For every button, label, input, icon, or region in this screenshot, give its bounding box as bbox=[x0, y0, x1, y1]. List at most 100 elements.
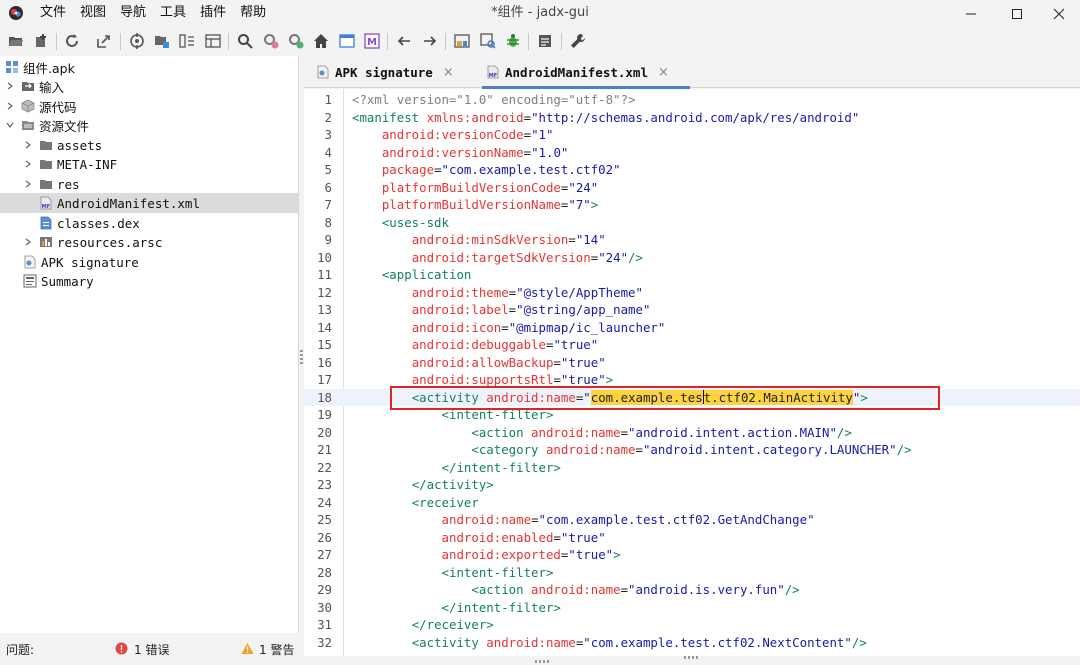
window-icon[interactable] bbox=[337, 31, 357, 51]
maximize-icon bbox=[1012, 8, 1022, 19]
token-sp bbox=[419, 110, 426, 125]
debugger-icon[interactable] bbox=[503, 31, 523, 51]
code-line[interactable]: 6 platformBuildVersionCode="24" bbox=[304, 179, 1080, 197]
menu-tools[interactable]: 工具 bbox=[154, 0, 192, 27]
deobfuscation-icon[interactable] bbox=[152, 31, 172, 51]
token-tag: <action bbox=[471, 424, 524, 440]
open-file-icon[interactable] bbox=[6, 31, 26, 51]
tree-item-meta-inf[interactable]: META-INF bbox=[0, 154, 298, 174]
add-files-icon[interactable] bbox=[31, 31, 51, 51]
line-number: 1 bbox=[324, 92, 332, 107]
log-viewer-icon[interactable] bbox=[452, 31, 472, 51]
code-line[interactable]: 18 <activity android:name="com.example.t… bbox=[304, 388, 1080, 406]
code-line[interactable]: 30 </intent-filter> bbox=[304, 599, 1080, 617]
code-line[interactable]: 8 <uses-sdk bbox=[304, 214, 1080, 232]
menu-navigation[interactable]: 导航 bbox=[114, 0, 152, 27]
token-str: "14" bbox=[575, 232, 606, 247]
console-icon[interactable] bbox=[535, 31, 555, 51]
code-line[interactable]: 3 android:versionCode="1" bbox=[304, 126, 1080, 144]
line-number: 22 bbox=[317, 459, 332, 475]
code-line[interactable]: 31 </receiver> bbox=[304, 616, 1080, 634]
reload-icon[interactable] bbox=[62, 31, 82, 51]
menu-view[interactable]: 视图 bbox=[74, 0, 112, 27]
code-line[interactable]: 2 <manifest xmlns:android="http://schemas… bbox=[304, 109, 1080, 127]
code-editor[interactable]: 1 <?xml version="1.0" encoding="utf-8"?> 2… bbox=[304, 89, 1080, 656]
chevron-right-icon[interactable] bbox=[23, 159, 33, 169]
code-line[interactable]: 19 <intent-filter> bbox=[304, 406, 1080, 424]
minimize-button[interactable] bbox=[948, 0, 994, 27]
tab-close-icon[interactable]: × bbox=[658, 65, 669, 80]
token-tag: <application bbox=[381, 267, 472, 282]
find-usage-icon[interactable] bbox=[261, 31, 281, 51]
tab-apk-signature[interactable]: APK signature × bbox=[316, 56, 478, 88]
code-line[interactable]: 27 android:exported="true"> bbox=[304, 546, 1080, 564]
code-line[interactable]: 12 android:theme="@style/AppTheme" bbox=[304, 284, 1080, 302]
flatten-packages-icon[interactable] bbox=[177, 31, 197, 51]
chevron-down-icon[interactable] bbox=[5, 120, 15, 130]
code-line[interactable]: 23 </activity> bbox=[304, 476, 1080, 494]
code-line[interactable]: 28 <intent-filter> bbox=[304, 564, 1080, 582]
tree-item-resources-arsc[interactable]: resources.arsc bbox=[0, 232, 298, 252]
smali-icon[interactable]: M bbox=[362, 31, 382, 51]
tree-item-summary[interactable]: Summary bbox=[0, 271, 298, 291]
tree-item-res[interactable]: res bbox=[0, 174, 298, 194]
code-line[interactable]: 14 android:icon="@mipmap/ic_launcher" bbox=[304, 319, 1080, 337]
code-line[interactable]: 21 <category android:name="android.inten… bbox=[304, 441, 1080, 459]
menu-plugins[interactable]: 插件 bbox=[194, 0, 232, 27]
chevron-right-icon[interactable] bbox=[23, 237, 33, 247]
menu-help[interactable]: 帮助 bbox=[234, 0, 272, 27]
close-window-button[interactable] bbox=[1036, 0, 1080, 27]
warning-count[interactable]: 1 警告 bbox=[259, 641, 294, 658]
chevron-right-icon[interactable] bbox=[5, 101, 15, 111]
tree-item-assets[interactable]: assets bbox=[0, 135, 298, 155]
tree-item-resources[interactable]: 资源文件 bbox=[0, 115, 298, 135]
token-attr: android:enabled bbox=[441, 529, 554, 545]
tree-item-apk[interactable]: 组件.apk bbox=[0, 57, 298, 77]
forward-icon[interactable] bbox=[420, 31, 440, 51]
code-line[interactable]: 1 <?xml version="1.0" encoding="utf-8"?> bbox=[304, 91, 1080, 109]
tree-item-classes-dex[interactable]: classes.dex bbox=[0, 213, 298, 233]
find-class-icon[interactable] bbox=[286, 31, 306, 51]
export-icon[interactable] bbox=[94, 31, 114, 51]
code-line[interactable]: 15 android:debuggable="true" bbox=[304, 336, 1080, 354]
tree-item-source-code[interactable]: 源代码 bbox=[0, 96, 298, 116]
chevron-right-icon[interactable] bbox=[23, 140, 33, 150]
token-attr: android:debuggable bbox=[411, 337, 546, 352]
token-tag: /> bbox=[784, 582, 800, 597]
code-line[interactable]: 10 android:targetSdkVersion="24"/> bbox=[304, 249, 1080, 267]
maximize-button[interactable] bbox=[994, 0, 1040, 27]
token-tag: <intent-filter> bbox=[441, 564, 554, 580]
tab-close-icon[interactable]: × bbox=[443, 65, 454, 80]
code-line[interactable]: 25 android:name="com.example.test.ctf02.… bbox=[304, 511, 1080, 529]
code-line[interactable]: 16 android:allowBackup="true" bbox=[304, 354, 1080, 372]
chevron-right-icon[interactable] bbox=[23, 179, 33, 189]
code-line[interactable]: 17 android:supportsRtl="true"> bbox=[304, 371, 1080, 389]
sync-icon[interactable] bbox=[127, 31, 147, 51]
menu-file[interactable]: 文件 bbox=[34, 0, 72, 27]
code-line[interactable]: 4 android:versionName="1.0" bbox=[304, 144, 1080, 162]
code-line[interactable]: 11 <application bbox=[304, 266, 1080, 284]
tab-android-manifest[interactable]: MF AndroidManifest.xml × bbox=[482, 56, 690, 89]
code-text: <intent-filter> bbox=[352, 406, 554, 424]
code-line[interactable]: 29 <action android:name="android.is.very… bbox=[304, 581, 1080, 599]
settings-wrench-icon[interactable] bbox=[568, 31, 588, 51]
error-count[interactable]: 1 错误 bbox=[134, 641, 169, 658]
code-line[interactable]: 20 <action android:name="android.intent.… bbox=[304, 424, 1080, 442]
tree-item-apk-signature[interactable]: APK signature bbox=[0, 252, 298, 272]
code-line[interactable]: 13 android:label="@string/app_name" bbox=[304, 301, 1080, 319]
code-line[interactable]: 26 android:enabled="true" bbox=[304, 529, 1080, 547]
chevron-right-icon[interactable] bbox=[5, 81, 15, 91]
columns-icon[interactable] bbox=[203, 31, 223, 51]
search-icon[interactable] bbox=[235, 31, 255, 51]
code-line[interactable]: 9 android:minSdkVersion="14" bbox=[304, 231, 1080, 249]
back-icon[interactable] bbox=[394, 31, 414, 51]
code-line[interactable]: 5 package="com.example.test.ctf02" bbox=[304, 161, 1080, 179]
home-icon[interactable] bbox=[311, 31, 331, 51]
tree-item-android-manifest[interactable]: MF AndroidManifest.xml bbox=[0, 193, 298, 213]
quick-tab-icon[interactable] bbox=[478, 31, 498, 51]
code-line[interactable]: 32 <activity android:name="com.example.t… bbox=[304, 634, 1080, 652]
code-line[interactable]: 24 <receiver bbox=[304, 494, 1080, 512]
code-line[interactable]: 22 </intent-filter> bbox=[304, 459, 1080, 477]
tree-item-inputs[interactable]: 输入 bbox=[0, 76, 298, 96]
code-line[interactable]: 7 platformBuildVersionName="7"> bbox=[304, 196, 1080, 214]
